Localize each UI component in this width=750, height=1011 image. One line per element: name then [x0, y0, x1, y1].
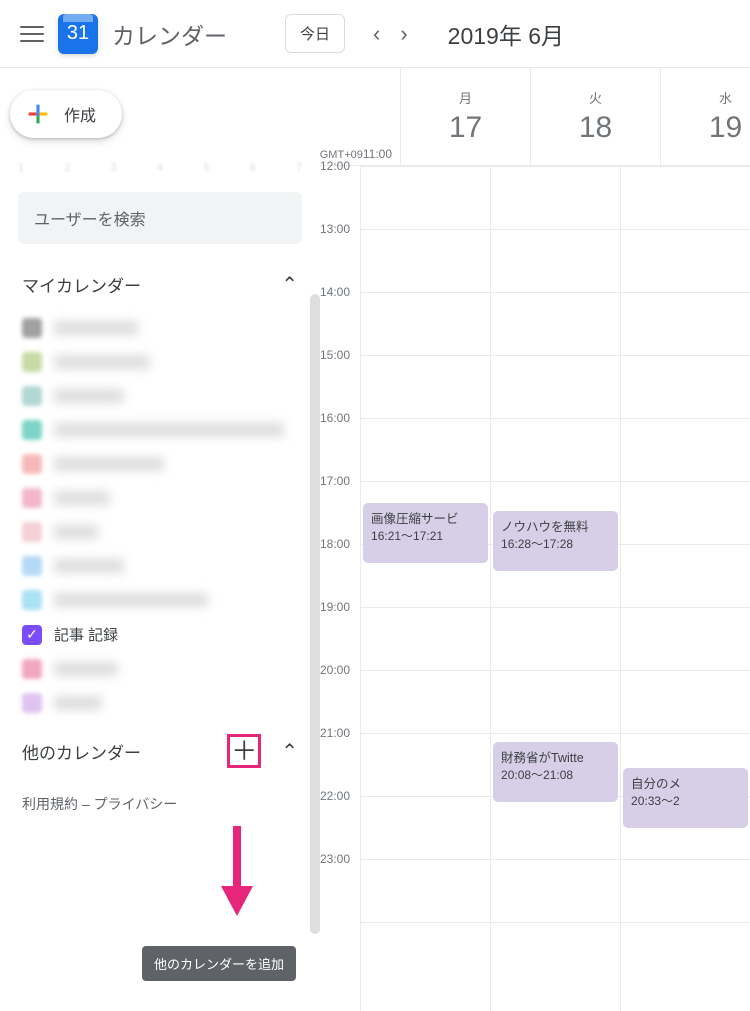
calendar-list-item[interactable] [18, 311, 302, 345]
time-label: 16:00 [320, 411, 360, 474]
calendar-event[interactable]: 財務省がTwitte20:08～21:08 [493, 742, 618, 802]
time-label: 12:00 [320, 159, 360, 222]
calendar-label [54, 491, 110, 505]
calendar-list-item[interactable] [18, 345, 302, 379]
privacy-link[interactable]: プライバシー [94, 796, 178, 812]
calendar-checkbox[interactable] [22, 693, 42, 713]
event-title: 画像圧縮サービ [371, 508, 480, 527]
calendar-event[interactable]: 自分のメ20:33～2 [623, 768, 748, 828]
calendar-label [54, 423, 284, 437]
sidebar-scrollbar[interactable] [310, 294, 320, 934]
day-header: 水 19 [660, 68, 750, 165]
calendar-list-item[interactable] [18, 379, 302, 413]
event-time: 20:33～2 [631, 792, 740, 809]
calendar-list-item[interactable] [18, 652, 302, 686]
calendar-label: 記事 記録 [54, 624, 118, 645]
date-range-label: 2019年 6月 [448, 17, 564, 51]
search-people-input[interactable]: ユーザーを検索 [18, 192, 302, 244]
chevron-up-icon: ⌃ [281, 272, 298, 297]
calendar-label [54, 389, 124, 403]
calendar-event[interactable]: 画像圧縮サービ16:21～17:21 [363, 503, 488, 563]
plus-multicolor-icon [24, 100, 52, 128]
time-label: 15:00 [320, 348, 360, 411]
calendar-checkbox[interactable] [22, 556, 42, 576]
calendar-label [54, 593, 208, 607]
prev-period-button[interactable]: ‹ [363, 17, 390, 51]
calendar-checkbox[interactable] [22, 659, 42, 679]
event-title: ノウハウを無料 [501, 516, 610, 535]
calendar-checkbox[interactable] [22, 522, 42, 542]
calendar-label [54, 696, 102, 710]
calendar-label [54, 321, 138, 335]
add-calendar-tooltip: 他のカレンダーを追加 [142, 946, 296, 981]
calendar-checkbox[interactable] [22, 352, 42, 372]
time-label: 19:00 [320, 600, 360, 663]
calendar-list-item[interactable] [18, 481, 302, 515]
next-period-button[interactable]: › [390, 17, 417, 51]
calendar-list: ✓ 記事 記録 [0, 307, 320, 724]
calendar-label [54, 559, 124, 573]
chevron-up-icon: ⌃ [281, 739, 298, 764]
add-calendar-button[interactable]: ＋ [231, 738, 257, 764]
calendar-list-item[interactable] [18, 413, 302, 447]
footer-links: 利用規約 – プライバシー [0, 778, 320, 830]
day-header: 火 18 [530, 68, 660, 165]
other-calendars-header[interactable]: 他のカレンダー ＋ ⌃ [0, 724, 320, 778]
calendar-list-item[interactable] [18, 583, 302, 617]
calendar-checkbox[interactable] [22, 318, 42, 338]
my-calendars-header[interactable]: マイカレンダー ⌃ [0, 262, 320, 307]
calendar-checkbox[interactable] [22, 488, 42, 508]
day-number-label: 19 [709, 111, 742, 145]
time-label: 17:00 [320, 474, 360, 537]
app-title: カレンダー [112, 17, 227, 51]
hamburger-menu-icon[interactable] [20, 22, 44, 46]
calendar-label [54, 355, 150, 369]
day-column[interactable]: 画像圧縮サービ16:21～17:21 [360, 166, 490, 1011]
event-title: 財務省がTwitte [501, 747, 610, 766]
calendar-checkbox[interactable] [22, 454, 42, 474]
time-label: 20:00 [320, 663, 360, 726]
calendar-label [54, 662, 118, 676]
terms-link[interactable]: 利用規約 [22, 796, 78, 812]
mini-calendar-row: 1234567 [0, 156, 320, 176]
time-label: 18:00 [320, 537, 360, 600]
calendar-checkbox[interactable] [22, 420, 42, 440]
event-time: 20:08～21:08 [501, 766, 610, 783]
calendar-list-item[interactable] [18, 686, 302, 720]
calendar-checkbox[interactable] [22, 590, 42, 610]
my-calendars-label: マイカレンダー [22, 272, 141, 297]
calendar-list-item[interactable]: ✓ 記事 記録 [18, 617, 302, 652]
day-name-label: 月 [459, 88, 472, 107]
time-label: 14:00 [320, 285, 360, 348]
event-time: 16:28～17:28 [501, 535, 610, 552]
other-calendars-label: 他のカレンダー [22, 739, 141, 764]
calendar-label [54, 457, 164, 471]
time-label: 22:00 [320, 789, 360, 852]
calendar-event[interactable]: ノウハウを無料16:28～17:28 [493, 511, 618, 571]
time-label: 23:00 [320, 852, 360, 915]
day-name-label: 水 [719, 88, 732, 107]
day-header: 月 17 [400, 68, 530, 165]
calendar-list-item[interactable] [18, 515, 302, 549]
create-label: 作成 [64, 102, 96, 126]
day-number-label: 18 [579, 111, 612, 145]
event-title: 自分のメ [631, 773, 740, 792]
day-column[interactable]: 自分のメ20:33～2 [620, 166, 750, 1011]
calendar-logo: 31 [58, 14, 98, 54]
calendar-list-item[interactable] [18, 447, 302, 481]
event-time: 16:21～17:21 [371, 527, 480, 544]
create-button[interactable]: 作成 [10, 90, 122, 138]
day-column[interactable]: ノウハウを無料16:28～17:28 財務省がTwitte20:08～21:08 [490, 166, 620, 1011]
day-number-label: 17 [449, 111, 482, 145]
timezone-label: GMT+0911:00 [320, 68, 400, 165]
calendar-checkbox[interactable] [22, 386, 42, 406]
time-label: 13:00 [320, 222, 360, 285]
today-button[interactable]: 今日 [285, 14, 345, 53]
day-name-label: 火 [589, 88, 602, 107]
time-label: 21:00 [320, 726, 360, 789]
calendar-checkbox[interactable]: ✓ [22, 625, 42, 645]
add-calendar-highlight: ＋ [227, 734, 261, 768]
calendar-list-item[interactable] [18, 549, 302, 583]
calendar-label [54, 525, 98, 539]
